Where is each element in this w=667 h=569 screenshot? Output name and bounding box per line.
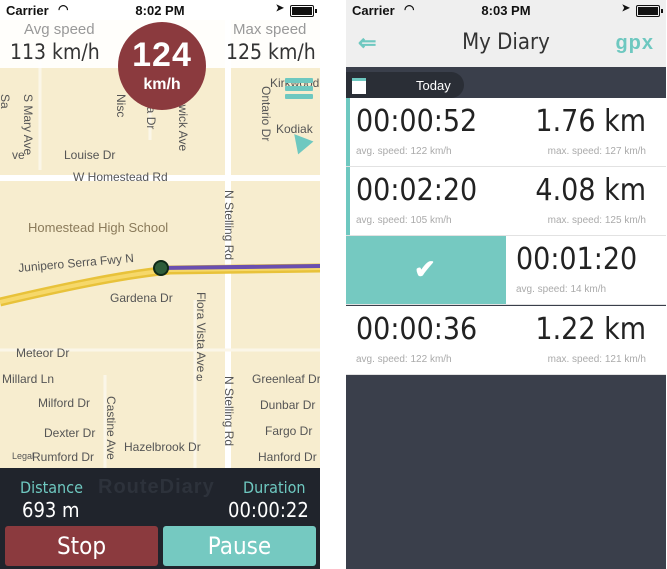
- trip-avg-speed: avg. speed: 105 km/h: [356, 215, 452, 226]
- calendar-icon: [352, 78, 366, 94]
- current-speed-value: 124: [132, 36, 192, 74]
- map-label-sa: Sa: [0, 94, 12, 109]
- avg-speed-label: Avg speed: [24, 21, 95, 38]
- stop-button[interactable]: Stop: [5, 526, 158, 566]
- map-label-fargo: Fargo Dr: [265, 424, 313, 438]
- menu-icon[interactable]: [285, 78, 313, 100]
- trip-avg-speed: avg. speed: 122 km/h: [356, 354, 452, 365]
- map-label-meteor: Meteor Dr: [16, 346, 70, 360]
- diary-screen: Carrier ◠ 8:03 PM ➤ ⇐ My Diary gpx Today…: [346, 0, 666, 569]
- map-label-dunbar: Dunbar Dr: [260, 398, 316, 412]
- map-label-millard: Millard Ln: [2, 372, 55, 386]
- max-speed-label: Max speed: [233, 21, 307, 38]
- clock: 8:02 PM: [135, 3, 185, 18]
- map-legal-link[interactable]: Legal: [12, 451, 34, 461]
- location-arrow-icon: ➤: [275, 3, 284, 14]
- map-label-hanford: Hanford Dr: [258, 450, 317, 464]
- distance-label: Distance: [20, 478, 83, 497]
- current-location-marker: [153, 260, 169, 276]
- trip-duration: 00:01:20: [516, 242, 638, 277]
- location-arrow-icon: ➤: [621, 3, 630, 14]
- row-accent: [346, 98, 350, 166]
- status-bar: Carrier ◠ 8:02 PM ➤: [0, 0, 320, 20]
- current-speed-unit: km/h: [143, 76, 181, 93]
- map-label-flora: Flora Vista Ave: [194, 292, 208, 373]
- avg-speed-value: 113 km/h: [10, 40, 100, 64]
- trip-row[interactable]: 00:00:36 avg. speed: 122 km/h 1.22 km ma…: [346, 306, 666, 375]
- battery-icon: [636, 5, 663, 17]
- map-label-greenleaf: Greenleaf Dr: [252, 372, 320, 386]
- map-label-ontario: Ontario Dr: [259, 86, 273, 142]
- trip-duration: 00:00:52: [356, 104, 478, 139]
- battery-icon: [290, 5, 317, 17]
- app-watermark: RouteDiary: [98, 476, 215, 498]
- trip-distance: 4.08 km: [535, 173, 646, 208]
- map-label-hazelbrook: Hazelbrook Dr: [124, 440, 201, 454]
- map-label-n-stelling-2: N Stelling Rd: [222, 376, 236, 447]
- map-label-rumford: Rumford Dr: [32, 450, 95, 464]
- map-label-e: e: [196, 370, 203, 384]
- map-label-school: Homestead High School: [28, 220, 169, 235]
- pause-button[interactable]: Pause: [163, 526, 316, 566]
- trip-row[interactable]: 00:00:52 avg. speed: 122 km/h 1.76 km ma…: [346, 98, 666, 167]
- trip-avg-speed: avg. speed: 14 km/h: [516, 284, 607, 295]
- map-label-gardena: Gardena Dr: [110, 291, 173, 305]
- trip-row-selected[interactable]: ✔ 00:01:20 avg. speed: 14 km/h: [346, 236, 666, 305]
- status-bar: Carrier ◠ 8:03 PM ➤: [346, 0, 666, 20]
- trip-duration: 00:02:20: [356, 173, 478, 208]
- current-speed-badge: 124 km/h: [118, 22, 206, 110]
- section-header-today: Today: [346, 72, 464, 98]
- map-label-w-homestead: W Homestead Rd: [73, 170, 168, 184]
- map-label-castine: Castine Ave: [104, 396, 118, 460]
- trip-duration: 00:00:36: [356, 312, 478, 347]
- trip-row[interactable]: 00:02:20 avg. speed: 105 km/h 4.08 km ma…: [346, 167, 666, 236]
- duration-value: 00:00:22: [228, 498, 309, 522]
- trip-max-speed: max. speed: 127 km/h: [547, 146, 646, 157]
- nav-bar: ⇐ My Diary gpx: [346, 20, 666, 67]
- trip-distance: 1.76 km: [535, 104, 646, 139]
- trip-max-speed: max. speed: 125 km/h: [547, 215, 646, 226]
- map-label-n-stelling-1: N Stelling Rd: [222, 190, 236, 261]
- row-accent: [346, 167, 350, 235]
- duration-label: Duration: [243, 478, 306, 497]
- select-checkbox[interactable]: ✔: [346, 236, 506, 304]
- clock: 8:03 PM: [481, 3, 531, 18]
- tracker-screen: Kirkwood Ontario Dr Kodiak S Mary Ave Sa…: [0, 0, 320, 569]
- trip-max-speed: max. speed: 121 km/h: [547, 354, 646, 365]
- section-label: Today: [416, 78, 451, 93]
- checkmark-icon: ✔: [414, 254, 436, 284]
- gpx-export-button[interactable]: gpx: [615, 32, 654, 55]
- trip-avg-speed: avg. speed: 122 km/h: [356, 146, 452, 157]
- map-label-milford: Milford Dr: [38, 396, 91, 410]
- map-label-nisc: Nisc: [114, 94, 128, 118]
- distance-value: 693 m: [22, 498, 80, 522]
- map-label-ve: ve: [12, 148, 25, 162]
- map-label-s-mary: S Mary Ave: [21, 94, 35, 156]
- map-label-dexter: Dexter Dr: [44, 426, 96, 440]
- map-label-louise: Louise Dr: [64, 148, 116, 162]
- max-speed-value: 125 km/h: [226, 40, 316, 64]
- trip-distance: 1.22 km: [535, 312, 646, 347]
